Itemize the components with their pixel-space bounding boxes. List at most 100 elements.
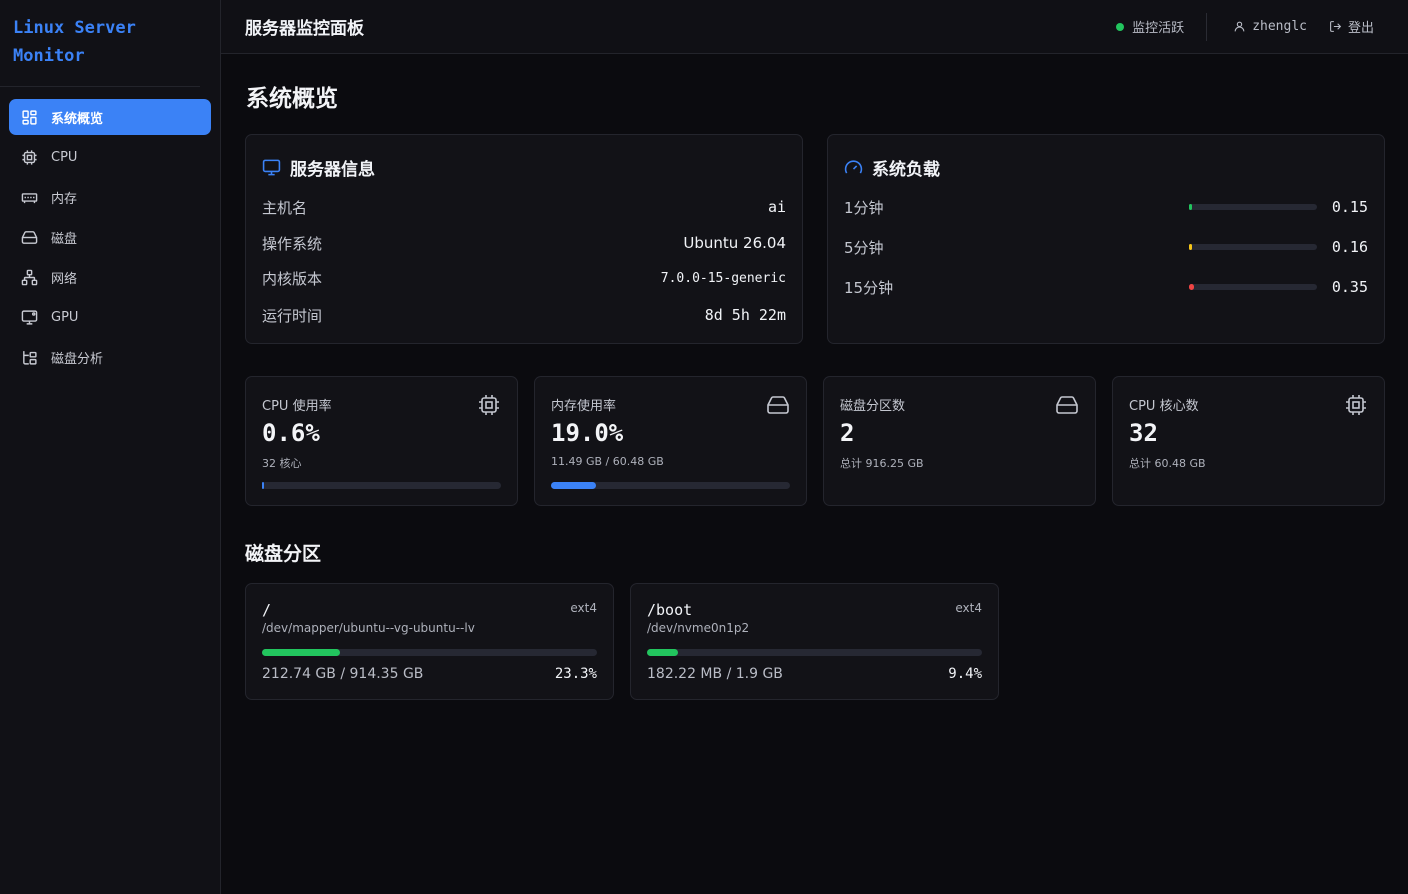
partition-usage-bar: [647, 649, 982, 656]
monitor-status: 监控活跃: [1116, 12, 1208, 41]
load-bar: [1189, 204, 1317, 210]
user-icon: [1234, 21, 1245, 32]
sidebar-item-disk[interactable]: 磁盘: [9, 219, 211, 255]
stat-label: 内存使用率: [551, 399, 617, 414]
partition-fstype: ext4: [955, 601, 982, 615]
partition-card-boot[interactable]: /boot ext4 /dev/nvme0n1p2 182.22 MB / 1.…: [630, 583, 999, 700]
sidebar-item-label: 磁盘分析: [51, 351, 104, 367]
status-dot-icon: [1116, 22, 1125, 31]
card-title-text: 服务器信息: [290, 160, 375, 180]
user-menu[interactable]: zhenglc: [1207, 19, 1307, 34]
sidebar-item-network[interactable]: 网络: [9, 259, 211, 295]
load-bar: [1189, 244, 1317, 250]
logout-icon: [1330, 21, 1342, 32]
load-bar-fill: [1189, 244, 1192, 250]
load-row-1min: 1分钟 0.15: [844, 197, 1368, 217]
network-icon: [21, 269, 38, 285]
monitor-icon: [21, 309, 38, 325]
stat-sub: 11.49 GB / 60.48 GB: [551, 455, 664, 468]
system-load-card: 系统负载 1分钟 0.15 5分钟 0.16 15分钟 0.35: [827, 134, 1385, 344]
sidebar: Linux Server Monitor 系统概览 CPU 内存 磁盘 网络 G…: [0, 0, 221, 894]
load-key: 15分钟: [844, 278, 894, 297]
info-key: 主机名: [262, 198, 308, 217]
gauge-icon: [844, 160, 863, 174]
stat-value: 0.6%: [262, 419, 320, 447]
load-bar-fill: [1189, 284, 1195, 290]
partition-card-root[interactable]: / ext4 /dev/mapper/ubuntu--vg-ubuntu--lv…: [245, 583, 614, 700]
sidebar-item-gpu[interactable]: GPU: [9, 299, 211, 335]
partition-size: 212.74 GB / 914.35 GB: [262, 666, 424, 682]
load-row-5min: 5分钟 0.16: [844, 237, 1368, 257]
sidebar-item-label: 磁盘: [51, 231, 78, 247]
partition-size: 182.22 MB / 1.9 GB: [647, 666, 783, 682]
info-row-uptime: 运行时间 8d 5h 22m: [262, 305, 786, 325]
info-row-os: 操作系统 Ubuntu 26.04: [262, 233, 786, 253]
partitions-title: 磁盘分区: [245, 543, 322, 565]
partition-mount: /boot: [647, 601, 693, 619]
sidebar-item-cpu[interactable]: CPU: [9, 139, 211, 175]
load-bar-fill: [1189, 204, 1192, 210]
sidebar-item-memory[interactable]: 内存: [9, 179, 211, 215]
server-info-card: 服务器信息 主机名 ai 操作系统 Ubuntu 26.04 内核版本 7.0.…: [245, 134, 803, 344]
sidebar-item-label: 内存: [51, 191, 78, 207]
cpu-icon: [1346, 395, 1366, 415]
header-actions: 监控活跃 zhenglc 登出: [1116, 0, 1408, 53]
cpu-icon: [479, 395, 499, 415]
stat-progress-bar: [262, 482, 501, 489]
card-title-text: 系统负载: [872, 160, 940, 180]
load-bar: [1189, 284, 1317, 290]
partition-usage-fill: [262, 649, 341, 656]
stat-card-cpu-usage: CPU 使用率 0.6% 32 核心: [245, 376, 518, 506]
disk-icon: [767, 396, 789, 414]
grid-icon: [22, 109, 37, 125]
load-value: 0.35: [1331, 278, 1368, 296]
memory-icon: [21, 192, 38, 203]
partition-percent: 23.3%: [554, 666, 597, 682]
stat-sub: 总计 916.25 GB: [840, 457, 924, 470]
app-logo: Linux Server Monitor: [0, 0, 200, 87]
partition-device: /dev/mapper/ubuntu--vg-ubuntu--lv: [262, 621, 475, 635]
load-row-15min: 15分钟 0.35: [844, 277, 1368, 297]
monitor-icon: [262, 159, 281, 176]
stat-label: CPU 核心数: [1129, 399, 1199, 414]
stat-value: 19.0%: [551, 419, 624, 447]
top-header: 服务器监控面板 监控活跃 zhenglc 登出: [221, 0, 1408, 54]
partition-usage-fill: [647, 649, 679, 656]
partition-fstype: ext4: [570, 601, 597, 615]
sidebar-item-disk-analysis[interactable]: 磁盘分析: [9, 339, 211, 375]
header-title: 服务器监控面板: [245, 19, 364, 39]
stat-progress-bar: [551, 482, 790, 489]
stat-card-partitions: 磁盘分区数 2 总计 916.25 GB: [823, 376, 1096, 506]
stat-label: 磁盘分区数: [840, 399, 906, 414]
info-value: Ubuntu 26.04: [683, 234, 786, 252]
load-value: 0.16: [1331, 238, 1368, 256]
partition-percent: 9.4%: [948, 666, 982, 682]
info-row-kernel: 内核版本 7.0.0-15-generic: [262, 268, 786, 288]
sidebar-nav: 系统概览 CPU 内存 磁盘 网络 GPU 磁盘分析: [0, 87, 220, 375]
sidebar-item-label: 网络: [51, 271, 78, 287]
stat-value: 32: [1129, 419, 1158, 447]
load-key: 5分钟: [844, 238, 884, 257]
partition-mount: /: [262, 601, 272, 619]
system-load-title: 系统负载: [844, 155, 940, 180]
stat-value: 2: [840, 419, 855, 447]
stat-card-cpu-cores: CPU 核心数 32 总计 60.48 GB: [1112, 376, 1385, 506]
info-value: 8d 5h 22m: [704, 306, 786, 324]
server-info-title: 服务器信息: [262, 155, 375, 180]
cpu-icon: [22, 149, 37, 165]
logout-button[interactable]: 登出: [1329, 17, 1374, 36]
info-key: 操作系统: [262, 234, 323, 253]
sidebar-item-overview[interactable]: 系统概览: [9, 99, 211, 135]
sidebar-item-label: 系统概览: [51, 111, 104, 127]
stat-label: CPU 使用率: [262, 399, 332, 414]
stat-progress-fill: [262, 482, 265, 489]
username: zhenglc: [1252, 19, 1307, 34]
info-value: 7.0.0-15-generic: [660, 270, 786, 286]
load-key: 1分钟: [844, 198, 884, 217]
stat-card-memory-usage: 内存使用率 19.0% 11.49 GB / 60.48 GB: [534, 376, 807, 506]
stat-progress-fill: [551, 482, 597, 489]
info-key: 内核版本: [262, 269, 323, 288]
info-key: 运行时间: [262, 306, 323, 325]
logout-label: 登出: [1347, 21, 1374, 36]
info-row-hostname: 主机名 ai: [262, 197, 786, 217]
